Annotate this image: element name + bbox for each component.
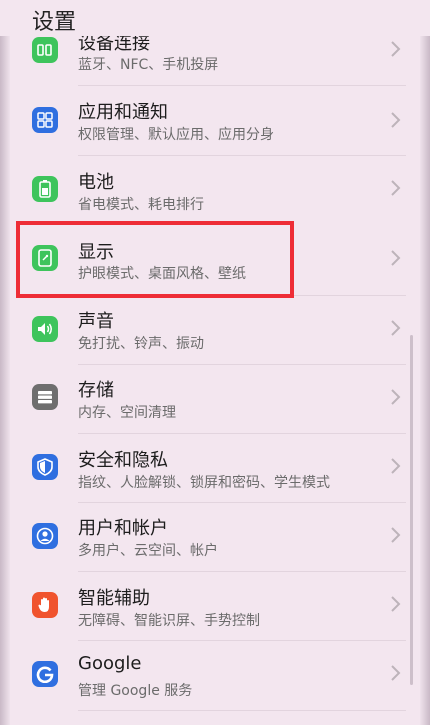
chevron-right-icon — [391, 389, 401, 405]
settings-item-subtitle: 省电模式、耗电排行 — [78, 197, 204, 213]
settings-item-title: 应用和通知 — [78, 102, 168, 123]
chevron-right-icon — [391, 320, 401, 336]
app-header: 设置 — [0, 0, 430, 36]
settings-item-subtitle: 无障碍、智能识屏、手势控制 — [78, 613, 260, 629]
settings-item-title: 智能辅助 — [78, 588, 150, 609]
settings-item-title: 电池 — [78, 172, 114, 193]
speaker-icon — [32, 316, 58, 342]
chevron-right-icon — [391, 112, 401, 128]
settings-item-smart-assistance[interactable]: 智能辅助 无障碍、智能识屏、手势控制 — [0, 572, 430, 640]
settings-item-subtitle: 内存、空间清理 — [78, 405, 176, 421]
storage-icon — [32, 384, 58, 410]
settings-item-battery[interactable]: 电池 省电模式、耗电排行 — [0, 156, 430, 224]
chevron-right-icon — [391, 250, 401, 266]
shield-icon — [32, 454, 58, 480]
device-connection-icon — [32, 37, 58, 63]
chevron-right-icon — [391, 41, 401, 57]
hand-icon — [32, 592, 58, 618]
settings-item-users-accounts[interactable]: 用户和帐户 多用户、云空间、帐户 — [0, 503, 430, 571]
google-icon — [32, 661, 58, 687]
settings-item-storage[interactable]: 存储 内存、空间清理 — [0, 365, 430, 433]
user-icon — [32, 523, 58, 549]
chevron-right-icon — [391, 665, 401, 681]
chevron-right-icon — [391, 458, 401, 474]
settings-item-subtitle: 多用户、云空间、帐户 — [78, 543, 218, 559]
settings-item-security-privacy[interactable]: 安全和隐私 指纹、人脸解锁、锁屏和密码、学生模式 — [0, 434, 430, 502]
apps-grid-icon — [32, 107, 58, 133]
settings-item-subtitle: 指纹、人脸解锁、锁屏和密码、学生模式 — [78, 475, 330, 491]
settings-item-title: 安全和隐私 — [78, 450, 168, 471]
settings-item-subtitle: 管理 Google 服务 — [78, 683, 193, 699]
settings-item-google[interactable]: Google 管理 Google 服务 — [0, 641, 430, 709]
settings-item-subtitle: 免打扰、铃声、振动 — [78, 336, 204, 352]
settings-item-title: 用户和帐户 — [78, 518, 168, 539]
chevron-right-icon — [391, 596, 401, 612]
battery-icon — [32, 176, 58, 202]
settings-item-sound[interactable]: 声音 免打扰、铃声、振动 — [0, 296, 430, 364]
page-title: 设置 — [32, 10, 77, 35]
highlight-box — [16, 221, 294, 298]
settings-item-title: 存储 — [78, 380, 114, 401]
settings-item-subtitle: 权限管理、默认应用、应用分身 — [78, 127, 274, 143]
chevron-right-icon — [391, 527, 401, 543]
settings-item-apps-notifications[interactable]: 应用和通知 权限管理、默认应用、应用分身 — [0, 86, 430, 154]
chevron-right-icon — [391, 180, 401, 196]
divider — [78, 710, 406, 711]
settings-item-title: 声音 — [78, 311, 114, 332]
settings-item-subtitle: 蓝牙、NFC、手机投屏 — [78, 57, 219, 73]
settings-item-title: Google — [78, 653, 142, 674]
scrollbar[interactable] — [410, 335, 413, 685]
